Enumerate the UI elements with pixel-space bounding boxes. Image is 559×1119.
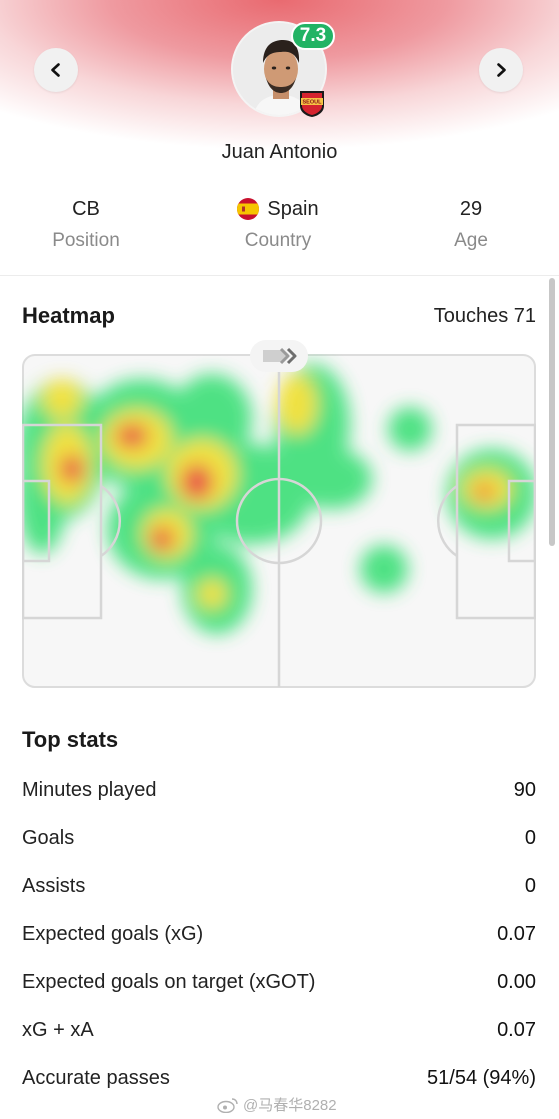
watermark-text: @马春华8282 [243,1097,337,1114]
touches-count: Touches 71 [433,305,536,327]
age-label: Age [454,230,488,251]
country-value: Spain [267,197,319,220]
stat-label: Goals [22,826,75,849]
weibo-logo-icon [217,1097,238,1113]
stat-value: 0 [524,874,536,897]
club-badge-icon: SEOUL [298,88,326,118]
stat-row-xgot: Expected goals on target (xGOT) 0.00 [22,967,536,997]
info-country: Spain Country [198,196,358,252]
section-divider [0,275,559,276]
previous-player-button[interactable] [34,48,78,92]
heatmap-title: Heatmap [22,303,115,328]
stat-value: 0.07 [497,922,536,945]
chevron-left-icon [51,63,60,77]
player-rating: 7.3 [299,25,327,46]
watermark: @马春华8282 [217,1094,337,1115]
stat-value: 0.07 [497,1018,536,1041]
info-position: CB Position [6,196,166,252]
age-value: 29 [459,197,483,220]
stat-label: Assists [22,874,86,897]
stat-row-minutes-played: Minutes played 90 [22,775,536,805]
stat-label: Expected goals on target (xGOT) [22,970,316,993]
heatmap-pitch [22,354,536,688]
country-label: Country [244,230,312,251]
scrollbar[interactable] [549,278,555,546]
chevron-right-icon [497,63,506,77]
stat-label: xG + xA [22,1018,94,1041]
stat-row-goals: Goals 0 [22,823,536,853]
top-stats-title: Top stats [22,727,119,752]
next-player-button[interactable] [479,48,523,92]
stat-row-accurate-passes: Accurate passes 51/54 (94%) [22,1063,536,1093]
info-age: 29 Age [391,196,551,252]
player-name: Juan Antonio [221,141,338,163]
player-rating-badge: 7.3 [291,22,335,50]
stat-row-assists: Assists 0 [22,871,536,901]
double-chevron-right-icon [263,347,297,365]
stat-label: Minutes played [22,778,157,801]
stat-label: Expected goals (xG) [22,922,204,945]
attack-direction-indicator [250,340,308,372]
stat-value: 51/54 (94%) [427,1066,536,1089]
stat-value: 90 [513,778,536,801]
stat-row-xg-xa: xG + xA 0.07 [22,1015,536,1045]
stat-row-xg: Expected goals (xG) 0.07 [22,919,536,949]
club-badge-text: SEOUL [303,100,323,106]
stat-label: Accurate passes [22,1066,170,1089]
position-value: CB [72,197,100,220]
spain-flag-icon [237,198,260,220]
stat-value: 0.00 [497,970,536,993]
stat-value: 0 [524,826,536,849]
position-label: Position [52,230,120,251]
